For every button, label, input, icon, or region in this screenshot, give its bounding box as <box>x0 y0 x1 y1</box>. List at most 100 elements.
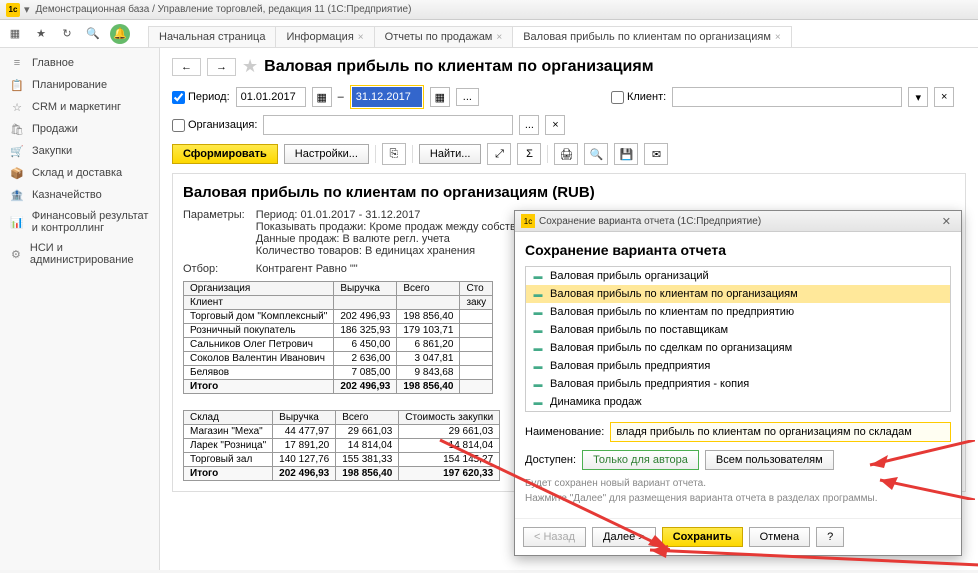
sidebar-icon: ☆ <box>10 100 24 114</box>
tab[interactable]: Информация× <box>275 26 374 47</box>
report-icon: ▬ <box>532 342 544 354</box>
report-icon: ▬ <box>532 324 544 336</box>
back-button[interactable]: < Назад <box>523 527 586 547</box>
org-input[interactable] <box>263 115 513 135</box>
search-icon[interactable]: 🔍 <box>84 25 102 43</box>
sidebar-item[interactable]: ☆CRM и маркетинг <box>0 96 159 118</box>
tab[interactable]: Отчеты по продажам× <box>374 26 514 47</box>
print-icon[interactable]: 🖨 <box>554 143 578 165</box>
variants-icon[interactable]: ⎘ <box>382 143 406 165</box>
bell-icon[interactable]: 🔔 <box>110 24 130 44</box>
sidebar-item[interactable]: ≡Главное <box>0 52 159 74</box>
calendar-icon[interactable]: ▦ <box>430 87 450 107</box>
tab-bar: Начальная страницаИнформация×Отчеты по п… <box>148 20 791 47</box>
close-icon[interactable]: ✕ <box>938 215 955 228</box>
sidebar-icon: ⚙ <box>10 247 22 261</box>
list-item[interactable]: ▬Валовая прибыль организаций <box>526 267 950 285</box>
forward-button[interactable]: → <box>207 58 236 76</box>
period-more-button[interactable]: ... <box>456 88 479 106</box>
report-icon: ▬ <box>532 360 544 372</box>
variant-name-input[interactable] <box>610 422 951 442</box>
cancel-button[interactable]: Отмена <box>749 527 810 547</box>
app-title: Демонстрационная база / Управление торго… <box>36 4 412 15</box>
list-item[interactable]: ▬Валовая прибыль по сделкам по организац… <box>526 339 950 357</box>
sidebar-icon: 🛍 <box>10 122 24 136</box>
list-item[interactable]: ▬Валовая прибыль предприятия - копия <box>526 375 950 393</box>
star-icon[interactable]: ★ <box>32 25 50 43</box>
filter-value: Контрагент Равно "" <box>256 263 358 275</box>
date-from-input[interactable] <box>236 87 306 107</box>
org-checkbox[interactable]: Организация: <box>172 119 257 132</box>
app-logo-icon: 1c <box>521 214 535 228</box>
client-x-icon[interactable]: × <box>934 87 954 107</box>
date-to-input[interactable] <box>352 87 422 107</box>
close-icon[interactable]: × <box>496 32 502 43</box>
report-table-2: СкладВыручкаВсегоСтоимость закупкиМагази… <box>183 410 500 481</box>
form-button[interactable]: Сформировать <box>172 144 278 164</box>
close-icon[interactable]: × <box>358 32 364 43</box>
report-icon: ▬ <box>532 306 544 318</box>
dialog-window-title: Сохранение варианта отчета (1С:Предприят… <box>539 216 938 227</box>
sidebar-item[interactable]: 🛒Закупки <box>0 140 159 162</box>
sidebar-item[interactable]: 🏦Казначейство <box>0 184 159 206</box>
list-item[interactable]: ▬Динамика продаж <box>526 393 950 411</box>
list-item[interactable]: ▬Валовая прибыль по клиентам по организа… <box>526 285 950 303</box>
expand-icon[interactable]: ⤢ <box>487 143 511 165</box>
variants-list[interactable]: ▬Валовая прибыль организаций▬Валовая при… <box>525 266 951 412</box>
find-button[interactable]: Найти... <box>419 144 482 164</box>
name-label: Наименование: <box>525 426 604 438</box>
sidebar-icon: 🏦 <box>10 188 24 202</box>
client-clear-icon[interactable]: ▾ <box>908 87 928 107</box>
report-icon: ▬ <box>532 396 544 408</box>
save-icon[interactable]: 💾 <box>614 143 638 165</box>
help-button[interactable]: ? <box>816 527 844 547</box>
report-icon: ▬ <box>532 378 544 390</box>
app-logo-icon: 1c <box>6 3 20 17</box>
sidebar-item[interactable]: 📋Планирование <box>0 74 159 96</box>
back-button[interactable]: ← <box>172 58 201 76</box>
preview-icon[interactable]: 🔍 <box>584 143 608 165</box>
titlebar: 1c ▾ Демонстрационная база / Управление … <box>0 0 978 20</box>
page-title: Валовая прибыль по клиентам по организац… <box>264 58 653 76</box>
avail-label: Доступен: <box>525 454 576 466</box>
dropdown-icon[interactable]: ▾ <box>24 3 30 16</box>
period-checkbox[interactable]: Период: <box>172 91 230 104</box>
sidebar-item[interactable]: ⚙НСИ и администрирование <box>0 238 159 270</box>
close-icon[interactable]: × <box>775 32 781 43</box>
calendar-icon[interactable]: ▦ <box>312 87 332 107</box>
author-only-button[interactable]: Только для автора <box>582 450 699 470</box>
report-icon: ▬ <box>532 270 544 282</box>
all-users-button[interactable]: Всем пользователям <box>705 450 834 470</box>
favorite-icon[interactable]: ★ <box>242 56 258 77</box>
save-button[interactable]: Сохранить <box>662 527 743 547</box>
params-label: Параметры: <box>183 209 253 221</box>
filter-label: Отбор: <box>183 263 253 275</box>
list-item[interactable]: ▬Валовая прибыль предприятия <box>526 357 950 375</box>
org-x-icon[interactable]: × <box>545 115 565 135</box>
sidebar-icon: 📋 <box>10 78 24 92</box>
report-title: Валовая прибыль по клиентам по организац… <box>183 184 955 201</box>
sidebar-item[interactable]: 📊Финансовый результат и контроллинг <box>0 206 159 238</box>
tab[interactable]: Валовая прибыль по клиентам по организац… <box>512 26 792 47</box>
settings-button[interactable]: Настройки... <box>284 144 369 164</box>
sidebar-item[interactable]: 🛍Продажи <box>0 118 159 140</box>
report-icon: ▬ <box>532 288 544 300</box>
sum-icon[interactable]: Σ <box>517 143 541 165</box>
list-item[interactable]: ▬Валовая прибыль по клиентам по предприя… <box>526 303 950 321</box>
org-dots-icon[interactable]: ... <box>519 115 539 135</box>
client-input[interactable] <box>672 87 902 107</box>
toolbar: ▦ ★ ↻ 🔍 🔔 Начальная страницаИнформация×О… <box>0 20 978 48</box>
sidebar-icon: 📊 <box>10 215 24 229</box>
tab[interactable]: Начальная страница <box>148 26 276 47</box>
report-table-1: ОрганизацияВыручкаВсегоСтоКлиентзакуТорг… <box>183 281 493 394</box>
next-button[interactable]: Далее > <box>592 527 656 547</box>
dialog-header: Сохранение варианта отчета <box>525 242 951 258</box>
hint-2: Нажмите "Далее" для размещения варианта … <box>525 493 951 504</box>
client-checkbox[interactable]: Клиент: <box>611 91 666 104</box>
apps-icon[interactable]: ▦ <box>6 25 24 43</box>
mail-icon[interactable]: ✉ <box>644 143 668 165</box>
list-item[interactable]: ▬Валовая прибыль по поставщикам <box>526 321 950 339</box>
history-icon[interactable]: ↻ <box>58 25 76 43</box>
hint-1: Будет сохранен новый вариант отчета. <box>525 478 951 489</box>
sidebar-item[interactable]: 📦Склад и доставка <box>0 162 159 184</box>
